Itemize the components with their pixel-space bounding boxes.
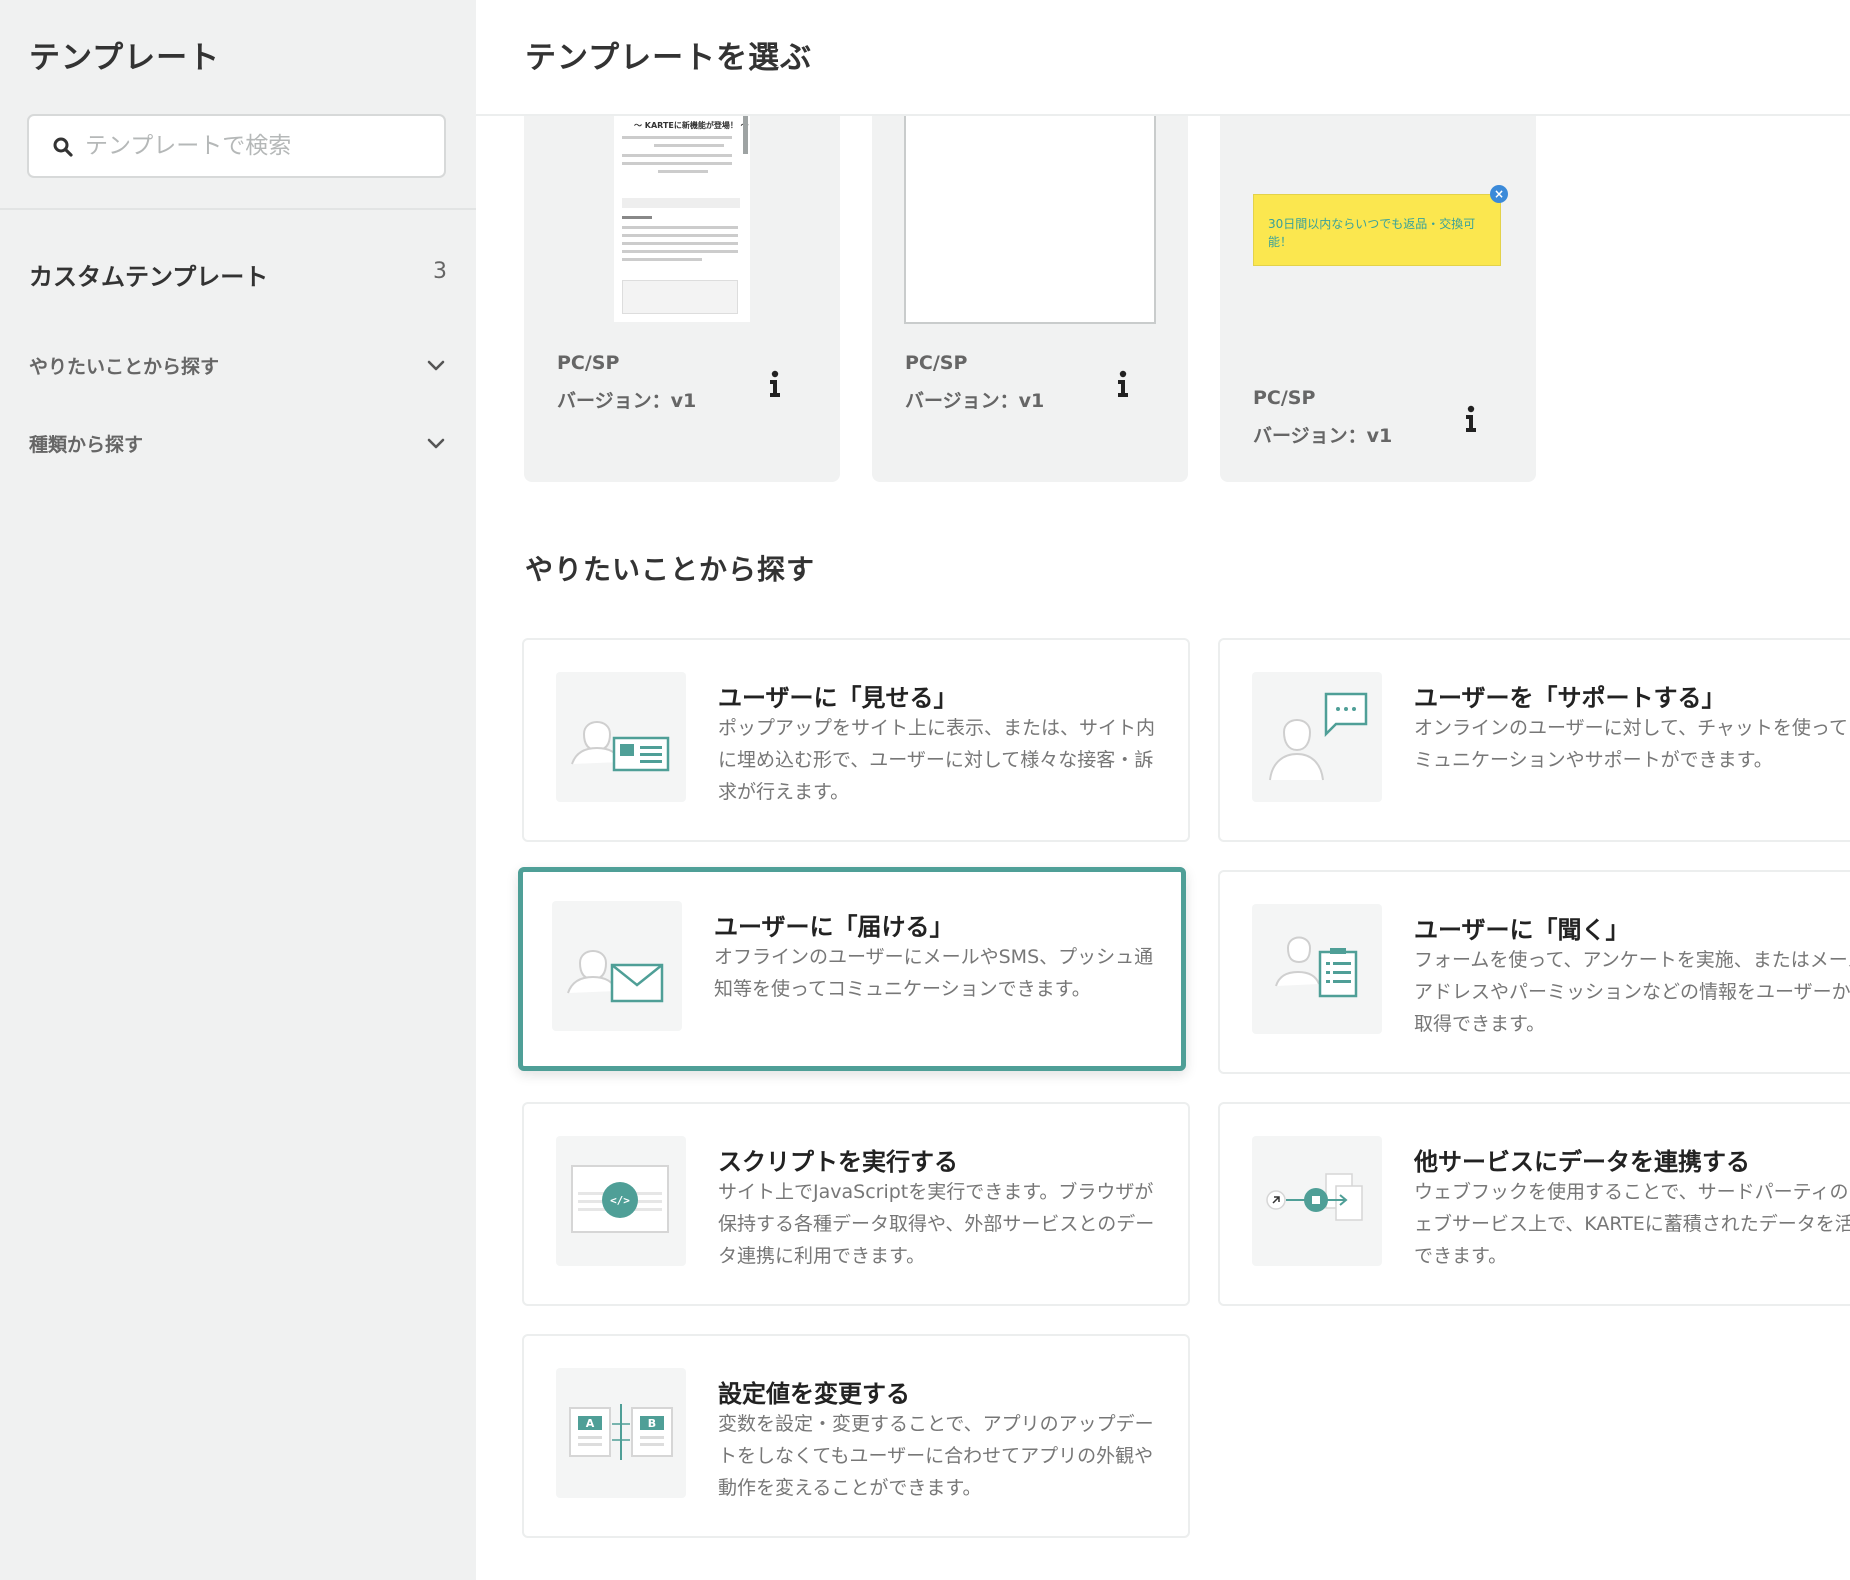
template-card[interactable]: 〜 KARTEに新機能が登場！ 〜 PC/SP バージョン：v1 [524, 116, 840, 482]
sidebar-title: テンプレート [29, 40, 221, 76]
template-version: バージョン：v1 [905, 390, 1045, 412]
purpose-title: 設定値を変更する [718, 1380, 910, 1408]
purpose-title: スクリプトを実行する [718, 1148, 958, 1176]
accordion-purpose-label: やりたいことから探す [29, 356, 220, 378]
search-box[interactable] [27, 114, 446, 178]
purpose-description: オンラインのユーザーに対して、チャットを使ってコミュニケーションやサポートができ… [1414, 717, 1850, 771]
purpose-title: ユーザーに「届ける」 [714, 913, 954, 941]
purpose-description: オフラインのユーザーにメールやSMS、プッシュ通知等を使ってコミュニケーションで… [714, 946, 1154, 1000]
purpose-card-support[interactable]: ユーザーを「サポートする」 オンラインのユーザーに対して、チャットを使ってコミュ… [1218, 638, 1850, 842]
accordion-purpose[interactable]: やりたいことから探す [29, 344, 447, 384]
template-device: PC/SP [1253, 387, 1316, 409]
info-icon[interactable] [1463, 404, 1479, 434]
template-device: PC/SP [557, 352, 620, 374]
purpose-description: ポップアップをサイト上に表示、または、サイト内に埋め込む形で、ユーザーに対して様… [718, 717, 1156, 803]
close-icon: × [1490, 185, 1508, 203]
template-device: PC/SP [905, 352, 968, 374]
custom-templates-count: 3 [433, 259, 447, 284]
thumbnail-scrollbar [743, 116, 748, 154]
purpose-card-settings[interactable]: A B 設定値を変更する 変数を設定・変更することで、アプリのアップデートをしな… [522, 1334, 1190, 1538]
purpose-card-show[interactable]: ユーザーに「見せる」 ポップアップをサイト上に表示、または、サイト内に埋め込む形… [522, 638, 1190, 842]
sidebar: テンプレート カスタムテンプレート 3 やりたいことから探す 種類から探す [0, 0, 476, 1580]
purpose-description: サイト上でJavaScriptを実行できます。ブラウザが保持する各種データ取得や… [718, 1181, 1155, 1267]
search-input[interactable] [85, 126, 425, 166]
user-display-icon [556, 672, 686, 802]
user-form-icon [1252, 904, 1382, 1034]
accordion-type-label: 種類から探す [29, 434, 144, 456]
custom-templates-label: カスタムテンプレート [29, 263, 269, 291]
chevron-down-icon [427, 360, 445, 371]
info-icon[interactable] [1115, 369, 1131, 399]
purpose-card-script[interactable]: </> スクリプトを実行する サイト上でJavaScriptを実行できます。ブラ… [522, 1102, 1190, 1306]
accordion-type[interactable]: 種類から探す [29, 422, 447, 462]
search-icon [53, 137, 73, 157]
template-thumbnail: 30日間以内ならいつでも返品・交換可能！ × [1253, 185, 1508, 266]
svg-text:B: B [648, 1417, 656, 1430]
purpose-title: 他サービスにデータを連携する [1414, 1148, 1750, 1176]
purpose-description: ウェブフックを使用することで、サードパーティのウェブサービス上で、KARTEに蓄… [1414, 1181, 1850, 1267]
svg-text:</>: </> [610, 1194, 630, 1207]
main-header: テンプレートを選ぶ [476, 0, 1850, 116]
ab-switch-icon: A B [556, 1368, 686, 1498]
code-icon: </> [556, 1136, 686, 1266]
user-mail-icon [552, 901, 682, 1031]
template-card[interactable]: 30日間以内ならいつでも返品・交換可能！ × PC/SP バージョン：v1 [1220, 116, 1536, 482]
purpose-card-ask[interactable]: ユーザーに「聞く」 フォームを使って、アンケートを実施、またはメールアドレスやパ… [1218, 870, 1850, 1074]
template-thumbnail [904, 116, 1156, 324]
template-card[interactable]: PC/SP バージョン：v1 [872, 116, 1188, 482]
purpose-description: フォームを使って、アンケートを実施、またはメールアドレスやパーミッションなどの情… [1414, 949, 1850, 1035]
template-thumbnail: 〜 KARTEに新機能が登場！ 〜 [614, 116, 750, 322]
section-title: やりたいことから探す [525, 553, 816, 586]
user-chat-icon [1252, 672, 1382, 802]
sidebar-item-custom-templates[interactable]: カスタムテンプレート 3 [29, 252, 447, 292]
sidebar-divider [0, 208, 476, 210]
purpose-card-data-link[interactable]: 他サービスにデータを連携する ウェブフックを使用することで、サードパーティのウェ… [1218, 1102, 1850, 1306]
purpose-title: ユーザーを「サポートする」 [1414, 684, 1726, 712]
purpose-title: ユーザーに「見せる」 [718, 684, 958, 712]
purpose-title: ユーザーに「聞く」 [1414, 916, 1630, 944]
purpose-description: 変数を設定・変更することで、アプリのアップデートをしなくてもユーザーに合わせてア… [718, 1413, 1154, 1499]
purpose-card-deliver[interactable]: ユーザーに「届ける」 オフラインのユーザーにメールやSMS、プッシュ通知等を使っ… [518, 867, 1186, 1071]
template-version: バージョン：v1 [1253, 425, 1393, 447]
chevron-down-icon [427, 438, 445, 449]
data-link-icon [1252, 1136, 1382, 1266]
template-version: バージョン：v1 [557, 390, 697, 412]
page-title: テンプレートを選ぶ [525, 40, 813, 76]
main-content: テンプレートを選ぶ 〜 KARTEに新機能が登場！ 〜 PC/SP バージョン：… [476, 0, 1850, 1580]
thumbnail-heading: 〜 KARTEに新機能が登場！ 〜 [634, 121, 749, 130]
info-icon[interactable] [767, 369, 783, 399]
svg-text:A: A [586, 1417, 595, 1430]
thumbnail-banner-text: 30日間以内ならいつでも返品・交換可能！ [1268, 217, 1476, 249]
